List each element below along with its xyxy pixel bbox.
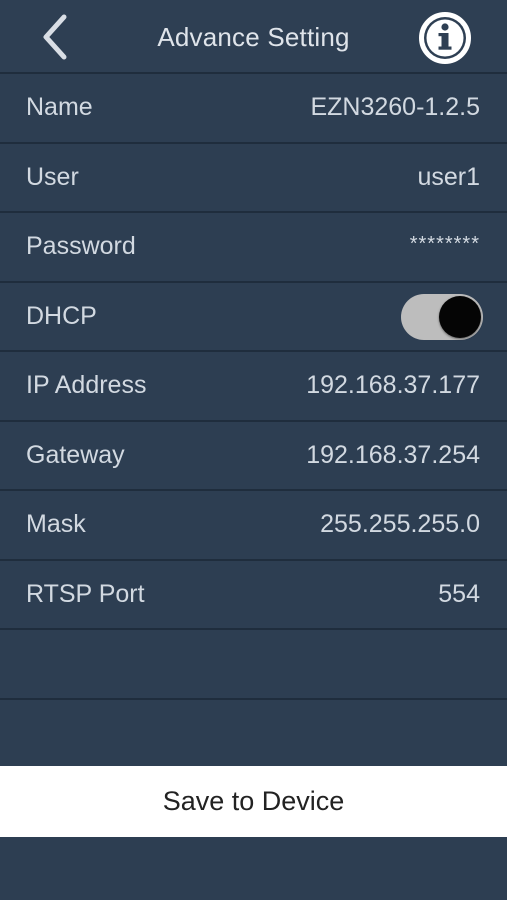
mask-value[interactable]: 255.255.255.0 — [320, 491, 480, 559]
setting-row-gateway[interactable]: Gateway 192.168.37.254 — [0, 422, 507, 491]
row-label: Name — [26, 93, 93, 121]
dhcp-toggle[interactable] — [401, 293, 483, 340]
row-label: RTSP Port — [26, 579, 145, 608]
empty-row — [0, 700, 507, 769]
row-label: IP Address — [26, 371, 147, 399]
row-label: Password — [26, 232, 136, 260]
settings-list: Name EZN3260-1.2.5 User user1 Password *… — [0, 74, 507, 769]
row-label: Gateway — [26, 440, 125, 469]
rtsp-port-value[interactable]: 554 — [438, 561, 480, 629]
setting-row-dhcp: DHCP — [0, 283, 507, 352]
setting-row-name[interactable]: Name EZN3260-1.2.5 — [0, 74, 507, 144]
gateway-value[interactable]: 192.168.37.254 — [306, 422, 480, 490]
bottom-area — [0, 837, 507, 900]
setting-row-mask[interactable]: Mask 255.255.255.0 — [0, 491, 507, 561]
setting-row-password[interactable]: Password ******** — [0, 213, 507, 283]
user-value[interactable]: user1 — [417, 144, 480, 212]
nav-header: Advance Setting — [0, 0, 507, 74]
setting-row-rtsp-port[interactable]: RTSP Port 554 — [0, 561, 507, 630]
ip-address-value[interactable]: 192.168.37.177 — [306, 352, 480, 420]
row-label: Mask — [26, 510, 86, 538]
name-value[interactable]: EZN3260-1.2.5 — [310, 74, 480, 142]
info-button[interactable] — [417, 10, 473, 66]
setting-row-user[interactable]: User user1 — [0, 144, 507, 213]
empty-row — [0, 630, 507, 700]
password-value[interactable]: ******** — [410, 213, 480, 281]
row-label: DHCP — [26, 301, 97, 330]
save-to-device-button[interactable]: Save to Device — [0, 766, 507, 837]
row-label: User — [26, 162, 79, 191]
setting-row-ip-address[interactable]: IP Address 192.168.37.177 — [0, 352, 507, 422]
toggle-knob — [439, 295, 481, 338]
info-icon — [419, 12, 471, 64]
